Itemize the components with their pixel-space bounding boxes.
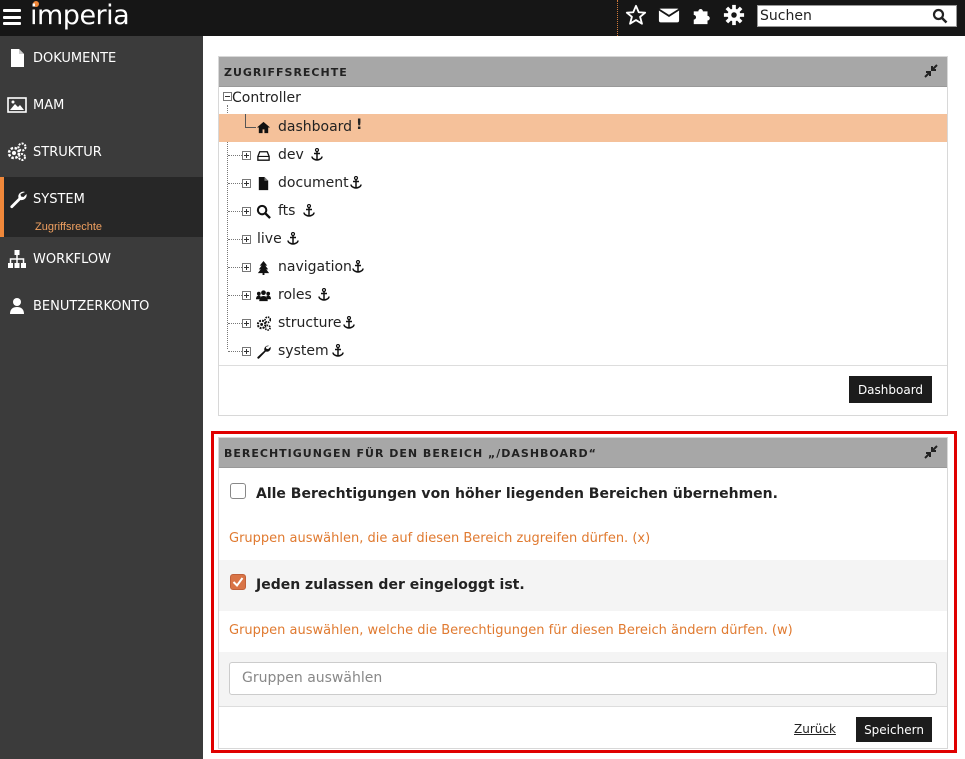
sidebar-item-label: BENUTZERKONTO xyxy=(33,299,150,314)
cogs-icon xyxy=(7,142,27,161)
anchor-icon xyxy=(303,204,315,217)
search-icon[interactable] xyxy=(932,8,948,24)
sidebar-item-workflow[interactable]: WORKFLOW xyxy=(0,237,203,284)
tree-node-navigation[interactable]: navigation xyxy=(219,254,947,282)
tree-root[interactable]: Controller xyxy=(223,90,301,106)
search-icon xyxy=(256,204,271,219)
home-icon xyxy=(256,121,271,134)
tree-node-label: live xyxy=(257,231,282,247)
panel-footer: Dashboard xyxy=(219,365,947,413)
tree-node-label: dashboard xyxy=(278,119,353,135)
sidebar-item-label: SYSTEM xyxy=(33,192,85,207)
tree-node-dashboard[interactable]: dashboard ! xyxy=(219,114,947,142)
users-icon xyxy=(256,290,271,302)
sitemap-icon xyxy=(8,250,26,268)
sidebar-item-label: MAM xyxy=(33,98,65,113)
expand-toggle[interactable] xyxy=(242,235,251,244)
top-divider xyxy=(617,0,618,36)
collapse-icon[interactable] xyxy=(924,64,938,78)
sidebar-item-mam[interactable]: MAM xyxy=(0,83,203,130)
tree-connector xyxy=(245,114,246,128)
sidebar: DOKUMENTE MAM STRUKTUR SYSTEM Zugriffsre… xyxy=(0,36,203,759)
access-panel: ZUGRIFFSRECHTE Controller dashboard ! de… xyxy=(218,56,948,416)
top-bar: imperia xyxy=(0,0,965,36)
search-box[interactable] xyxy=(757,5,957,27)
user-icon xyxy=(10,298,24,314)
sidebar-subitem-zugriffsrechte[interactable]: Zugriffsrechte xyxy=(35,221,102,233)
tree-node-label: structure xyxy=(278,315,342,331)
expand-toggle[interactable] xyxy=(242,179,251,188)
tree-icon xyxy=(257,260,270,275)
tree-node-fts[interactable]: fts xyxy=(219,198,947,226)
mail-icon[interactable] xyxy=(658,4,680,26)
image-icon xyxy=(7,97,27,113)
sidebar-item-dokumente[interactable]: DOKUMENTE xyxy=(0,36,203,83)
anchor-icon xyxy=(352,260,364,273)
tree-node-label: system xyxy=(278,343,329,359)
sidebar-item-label: DOKUMENTE xyxy=(33,51,117,66)
wrench-icon xyxy=(10,191,27,209)
sidebar-item-system[interactable]: SYSTEM Zugriffsrechte xyxy=(0,177,203,237)
panel-header: ZUGRIFFSRECHTE xyxy=(219,57,947,87)
tree-view: Controller dashboard ! dev document fts … xyxy=(219,87,947,365)
cogs-icon xyxy=(256,316,271,331)
drive-icon xyxy=(257,151,270,161)
tree-node-label: roles xyxy=(278,287,312,303)
sidebar-item-struktur[interactable]: STRUKTUR xyxy=(0,130,203,177)
logo: imperia xyxy=(30,0,130,31)
tree-node-label: document xyxy=(278,175,349,191)
tree-node-roles[interactable]: roles xyxy=(219,282,947,310)
puzzle-icon[interactable] xyxy=(691,4,713,26)
anchor-icon xyxy=(287,232,299,245)
anchor-icon xyxy=(350,176,362,189)
gear-icon[interactable] xyxy=(723,4,745,26)
sidebar-item-label: WORKFLOW xyxy=(33,252,111,267)
file-icon xyxy=(258,176,269,191)
search-input[interactable] xyxy=(758,6,928,26)
tree-node-label: fts xyxy=(278,203,296,219)
collapse-toggle[interactable] xyxy=(223,92,232,101)
expand-toggle[interactable] xyxy=(242,263,251,272)
expand-toggle[interactable] xyxy=(242,151,251,160)
expand-toggle[interactable] xyxy=(242,319,251,328)
tree-node-dev[interactable]: dev xyxy=(219,142,947,170)
menu-icon[interactable] xyxy=(3,9,21,25)
wrench-icon xyxy=(257,345,271,359)
tree-node-label: dev xyxy=(278,147,304,163)
expand-toggle[interactable] xyxy=(242,291,251,300)
sidebar-item-label: STRUKTUR xyxy=(33,145,102,160)
tree-root-label: Controller xyxy=(232,90,301,106)
dashboard-button[interactable]: Dashboard xyxy=(849,376,932,403)
tree-node-document[interactable]: document xyxy=(219,170,947,198)
tree-node-structure[interactable]: structure xyxy=(219,310,947,338)
star-icon[interactable] xyxy=(625,4,647,26)
tree-node-system[interactable]: system xyxy=(219,338,947,366)
tree-node-live[interactable]: live xyxy=(219,226,947,254)
highlight-frame xyxy=(211,431,957,753)
panel-title: ZUGRIFFSRECHTE xyxy=(224,66,348,79)
anchor-icon xyxy=(343,316,355,329)
anchor-icon xyxy=(332,344,344,357)
expand-toggle[interactable] xyxy=(242,347,251,356)
document-icon xyxy=(11,49,24,67)
sidebar-item-benutzerkonto[interactable]: BENUTZERKONTO xyxy=(0,284,203,331)
warning-marker: ! xyxy=(356,117,363,133)
expand-toggle[interactable] xyxy=(242,207,251,216)
anchor-icon xyxy=(311,148,323,161)
anchor-icon xyxy=(318,288,330,301)
tree-connector xyxy=(245,127,256,128)
tree-node-label: navigation xyxy=(278,259,352,275)
